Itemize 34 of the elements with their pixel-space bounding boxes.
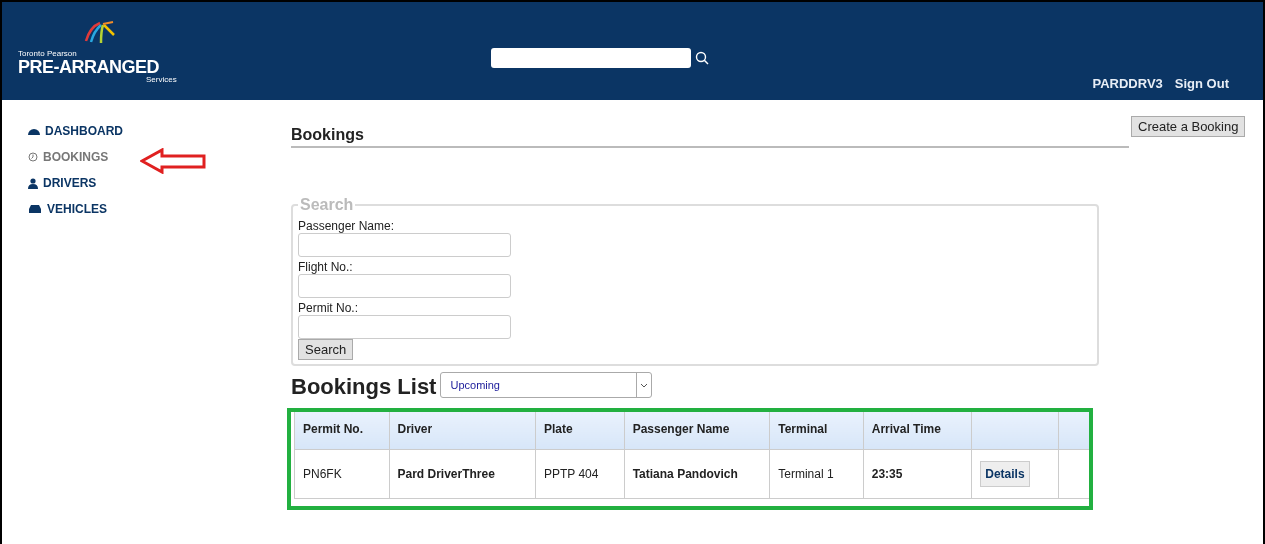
table-cell: Terminal 1 bbox=[769, 449, 864, 499]
sidebar-item[interactable]: BOOKINGS bbox=[28, 150, 291, 164]
panel-legend: Search bbox=[298, 196, 356, 214]
caret-icon bbox=[640, 382, 649, 388]
logo-subtitle: Toronto Pearson bbox=[18, 50, 78, 58]
logo-icon bbox=[82, 19, 116, 45]
person-icon bbox=[28, 177, 38, 189]
table-cell: Pard DriverThree bbox=[389, 449, 536, 499]
sidebar-item[interactable]: VEHICLES bbox=[28, 202, 291, 216]
page-title: Bookings bbox=[291, 126, 365, 144]
list-title: Bookings List bbox=[291, 376, 437, 398]
logo-tagline: Services bbox=[146, 76, 177, 84]
sidebar-item[interactable]: DASHBOARD bbox=[28, 124, 291, 138]
table-cell: Tatiana Pandovich bbox=[624, 449, 770, 499]
search-icon[interactable] bbox=[695, 51, 709, 65]
sidebar-item[interactable]: DRIVERS bbox=[28, 176, 291, 190]
annotation-arrow bbox=[140, 148, 206, 174]
create-booking-button[interactable]: Create a Booking bbox=[1131, 116, 1246, 137]
field-label: Flight No.: bbox=[298, 260, 353, 274]
table-cell: 23:35 bbox=[863, 449, 972, 499]
search-button[interactable]: Search bbox=[298, 339, 354, 360]
speedometer-icon bbox=[28, 126, 40, 136]
details-button[interactable]: Details bbox=[980, 461, 1030, 487]
field-label: Permit No.: bbox=[298, 301, 358, 315]
clock-icon bbox=[28, 152, 38, 162]
sign-out-link[interactable]: Sign Out bbox=[1174, 76, 1229, 91]
field-label: Passenger Name: bbox=[298, 219, 395, 233]
username: PARDDRV3 bbox=[1092, 76, 1163, 91]
search-field[interactable] bbox=[491, 48, 691, 68]
car-icon bbox=[28, 204, 42, 214]
table-cell: PPTP 404 bbox=[535, 449, 625, 499]
table-cell: PN6FK bbox=[294, 449, 389, 499]
logo-title: PRE-ARRANGED bbox=[18, 58, 160, 76]
filter-dropdown[interactable]: Upcoming bbox=[440, 372, 653, 398]
